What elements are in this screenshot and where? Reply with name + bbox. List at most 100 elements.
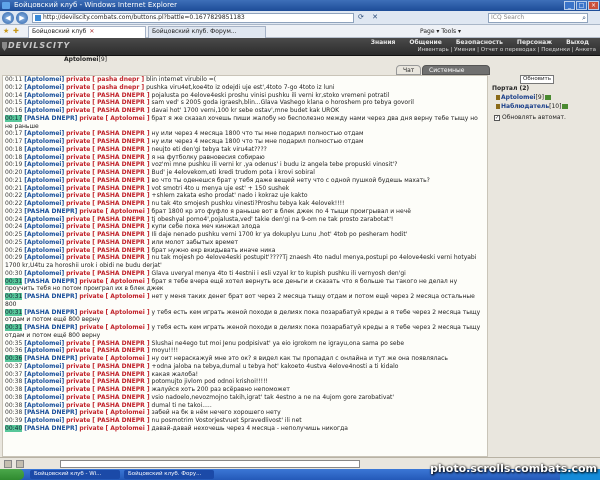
- recipient-name[interactable]: [ PASHA DNEPR ]: [92, 185, 149, 192]
- sender-name[interactable]: [Aptolomei]: [24, 347, 64, 354]
- recipient-name[interactable]: [ PASHA DNEPR ]: [92, 107, 149, 114]
- start-button[interactable]: [0, 469, 24, 480]
- search-input[interactable]: ICQ Search ⌕: [488, 13, 588, 23]
- sender-name[interactable]: [Aptolomei]: [24, 270, 64, 277]
- sender-name[interactable]: [Aptolomei]: [24, 402, 64, 409]
- chat-filter-icon[interactable]: [16, 460, 24, 468]
- sender-name[interactable]: [Aptolomei]: [24, 394, 64, 401]
- recipient-name[interactable]: [ Aptolomei ]: [105, 115, 149, 122]
- tab-combats[interactable]: Бойцовский клуб ✕: [28, 26, 146, 38]
- tab-chat[interactable]: Чат: [396, 65, 422, 75]
- tab-system-messages[interactable]: Системные сообщения: [422, 65, 490, 83]
- recipient-name[interactable]: [ PASHA DNEPR ]: [92, 130, 149, 137]
- recipient-name[interactable]: [ PASHA DNEPR ]: [92, 371, 149, 378]
- chat-input[interactable]: [60, 460, 360, 468]
- recipient-name[interactable]: [ PASHA DNEPR ]: [92, 347, 149, 354]
- search-icon[interactable]: ⌕: [582, 14, 586, 22]
- recipient-name[interactable]: [ PASHA DNEPR ]: [92, 378, 149, 385]
- recipient-name[interactable]: [ PASHA DNEPR ]: [92, 177, 149, 184]
- add-favorites-icon[interactable]: ✚: [13, 27, 19, 35]
- taskbar-item[interactable]: Бойцовский клуб - Wi...: [30, 470, 120, 479]
- sender-name[interactable]: [Aptolomei]: [24, 371, 64, 378]
- recipient-name[interactable]: [ PASHA DNEPR ]: [92, 154, 149, 161]
- sender-name[interactable]: [Aptolomei]: [24, 130, 64, 137]
- sender-name[interactable]: [PASHA DNEPR]: [24, 425, 77, 432]
- sender-name[interactable]: [Aptolomei]: [24, 231, 64, 238]
- nav-communication[interactable]: Общение: [402, 39, 448, 46]
- close-icon[interactable]: ×: [588, 1, 599, 10]
- recipient-name[interactable]: [ Aptolomei ]: [105, 278, 149, 285]
- recipient-name[interactable]: [ PASHA DNEPR ]: [92, 216, 149, 223]
- sender-name[interactable]: [Aptolomei]: [24, 223, 64, 230]
- refresh-stop-icons[interactable]: ⟳ ✕: [358, 13, 381, 21]
- info-icon[interactable]: [562, 104, 569, 109]
- sender-name[interactable]: [Aptolomei]: [24, 247, 64, 254]
- recipient-name[interactable]: [ PASHA DNEPR ]: [92, 340, 149, 347]
- tab-forum[interactable]: Бойцовский клуб. Форум...: [148, 26, 266, 38]
- refresh-button[interactable]: Обновить: [520, 75, 554, 84]
- recipient-name[interactable]: [ Aptolomei ]: [105, 293, 149, 300]
- auto-update-toggle[interactable]: ✓ Обновлять автомат.: [494, 114, 566, 121]
- sender-name[interactable]: [PASHA DNEPR]: [24, 115, 77, 122]
- recipient-name[interactable]: [ PASHA DNEPR ]: [92, 402, 149, 409]
- chat-log[interactable]: 00:11 [Aptolomei] private [ pasha dnepr …: [2, 75, 488, 457]
- favorites-star-icon[interactable]: ★: [3, 27, 9, 35]
- command-bar[interactable]: Page ▾ Tools ▾: [420, 28, 461, 35]
- taskbar-item[interactable]: Бойцовский клуб. Фору...: [124, 470, 214, 479]
- sender-name[interactable]: [PASHA DNEPR]: [24, 309, 77, 316]
- back-icon[interactable]: ◀: [2, 12, 14, 24]
- recipient-name[interactable]: [ Aptolomei ]: [105, 409, 149, 416]
- smiles-icon[interactable]: [4, 460, 12, 468]
- nav-exit[interactable]: Выход: [559, 39, 596, 46]
- sender-name[interactable]: [PASHA DNEPR]: [24, 409, 77, 416]
- sender-name[interactable]: [Aptolomei]: [24, 107, 64, 114]
- recipient-name[interactable]: [ PASHA DNEPR ]: [92, 99, 149, 106]
- nav-character[interactable]: Персонаж: [510, 39, 559, 46]
- sender-name[interactable]: [Aptolomei]: [24, 84, 64, 91]
- recipient-name[interactable]: [ Aptolomei ]: [105, 355, 149, 362]
- recipient-name[interactable]: [ PASHA DNEPR ]: [92, 169, 149, 176]
- recipient-name[interactable]: [ PASHA DNEPR ]: [92, 200, 149, 207]
- online-player[interactable]: Наблюдатель[10]: [496, 102, 569, 111]
- sender-name[interactable]: [Aptolomei]: [24, 76, 64, 83]
- sender-name[interactable]: [Aptolomei]: [24, 216, 64, 223]
- minimize-icon[interactable]: _: [564, 1, 575, 10]
- sender-name[interactable]: [PASHA DNEPR]: [24, 278, 77, 285]
- recipient-name[interactable]: [ PASHA DNEPR ]: [92, 417, 149, 424]
- recipient-name[interactable]: [ Aptolomei ]: [105, 208, 149, 215]
- recipient-name[interactable]: [ PASHA DNEPR ]: [92, 386, 149, 393]
- recipient-name[interactable]: [ Aptolomei ]: [105, 309, 149, 316]
- sender-name[interactable]: [Aptolomei]: [24, 185, 64, 192]
- recipient-name[interactable]: [ PASHA DNEPR ]: [92, 192, 149, 199]
- sender-name[interactable]: [Aptolomei]: [24, 192, 64, 199]
- sender-name[interactable]: [Aptolomei]: [24, 92, 64, 99]
- recipient-name[interactable]: [ PASHA DNEPR ]: [92, 254, 149, 261]
- close-tab-icon[interactable]: ✕: [89, 28, 94, 35]
- sender-name[interactable]: [PASHA DNEPR]: [24, 293, 77, 300]
- sender-name[interactable]: [Aptolomei]: [24, 239, 64, 246]
- sender-name[interactable]: [Aptolomei]: [24, 417, 64, 424]
- recipient-name[interactable]: [ PASHA DNEPR ]: [92, 92, 149, 99]
- sender-name[interactable]: [Aptolomei]: [24, 161, 64, 168]
- recipient-name[interactable]: [ PASHA DNEPR ]: [92, 270, 149, 277]
- recipient-name[interactable]: [ PASHA DNEPR ]: [92, 239, 149, 246]
- sender-name[interactable]: [Aptolomei]: [24, 146, 64, 153]
- sender-name[interactable]: [PASHA DNEPR]: [24, 324, 77, 331]
- recipient-name[interactable]: [ PASHA DNEPR ]: [92, 247, 149, 254]
- recipient-name[interactable]: [ Aptolomei ]: [105, 425, 149, 432]
- forward-icon[interactable]: ▶: [16, 12, 28, 24]
- recipient-name[interactable]: [ PASHA DNEPR ]: [92, 231, 149, 238]
- sender-name[interactable]: [Aptolomei]: [24, 99, 64, 106]
- sender-name[interactable]: [Aptolomei]: [24, 254, 64, 261]
- recipient-name[interactable]: [ PASHA DNEPR ]: [92, 161, 149, 168]
- recipient-name[interactable]: [ PASHA DNEPR ]: [92, 363, 149, 370]
- auto-update-checkbox[interactable]: ✓: [494, 114, 500, 121]
- recipient-name[interactable]: [ pasha dnepr ]: [92, 76, 144, 83]
- game-subnav[interactable]: Инвентарь | Умения | Отчет о переводах |…: [417, 47, 596, 53]
- sender-name[interactable]: [Aptolomei]: [24, 200, 64, 207]
- sender-name[interactable]: [Aptolomei]: [24, 169, 64, 176]
- recipient-name[interactable]: [ Aptolomei ]: [105, 324, 149, 331]
- maximize-icon[interactable]: □: [576, 1, 587, 10]
- sender-name[interactable]: [Aptolomei]: [24, 386, 64, 393]
- url-field[interactable]: http://devilscity.combats.com/buttons.pl…: [32, 13, 354, 23]
